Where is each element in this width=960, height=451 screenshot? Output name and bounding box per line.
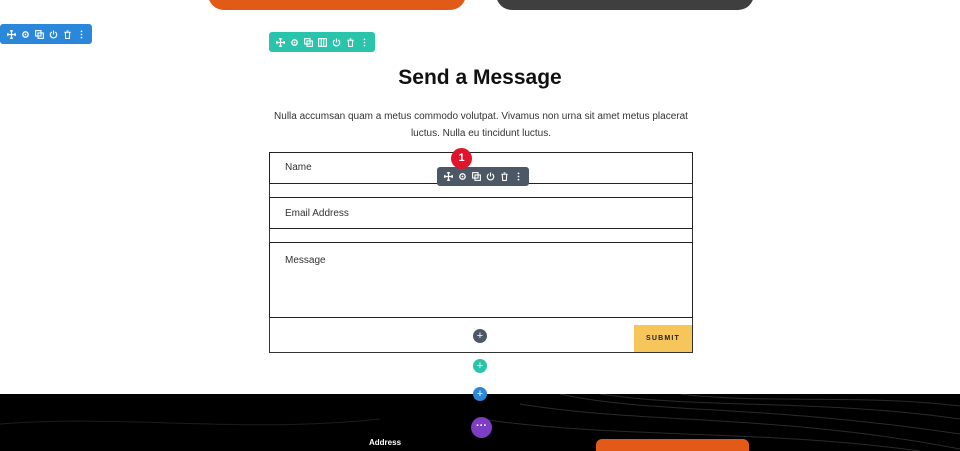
add-section-button[interactable]: + bbox=[473, 387, 487, 401]
module-toolbar bbox=[437, 167, 529, 186]
top-dark-button[interactable] bbox=[496, 0, 754, 10]
name-placeholder: Name bbox=[285, 162, 312, 173]
power-icon[interactable] bbox=[483, 168, 497, 186]
trash-icon[interactable] bbox=[343, 33, 357, 51]
message-field[interactable]: Message bbox=[269, 242, 693, 318]
move-icon[interactable] bbox=[441, 168, 455, 186]
gear-icon[interactable] bbox=[455, 168, 469, 186]
gear-icon[interactable] bbox=[18, 25, 32, 43]
plus-icon: + bbox=[476, 388, 484, 400]
intro-text: Nulla accumsan quam a metus commodo volu… bbox=[270, 108, 692, 142]
move-icon[interactable] bbox=[4, 25, 18, 43]
more-vertical-icon[interactable] bbox=[511, 168, 525, 186]
footer-orange-button[interactable] bbox=[596, 439, 749, 451]
more-options-button[interactable]: ··· bbox=[471, 417, 492, 438]
add-row-button[interactable]: + bbox=[473, 359, 487, 373]
page-title: Send a Message bbox=[398, 66, 562, 89]
more-vertical-icon[interactable] bbox=[74, 25, 88, 43]
move-icon[interactable] bbox=[273, 33, 287, 51]
duplicate-icon[interactable] bbox=[469, 168, 483, 186]
gear-icon[interactable] bbox=[287, 33, 301, 51]
power-icon[interactable] bbox=[329, 33, 343, 51]
email-field[interactable]: Email Address bbox=[269, 197, 693, 229]
email-placeholder: Email Address bbox=[285, 208, 349, 219]
intro-text-line-1: Nulla accumsan quam a metus commodo volu… bbox=[274, 111, 688, 122]
trash-icon[interactable] bbox=[60, 25, 74, 43]
columns-icon[interactable] bbox=[315, 33, 329, 51]
more-vertical-icon[interactable] bbox=[357, 33, 371, 51]
intro-text-line-2: luctus. Nulla eu tincidunt luctus. bbox=[410, 128, 552, 139]
plus-icon: + bbox=[476, 330, 484, 342]
add-module-button[interactable]: + bbox=[473, 329, 487, 343]
plus-icon: + bbox=[476, 360, 484, 372]
duplicate-icon[interactable] bbox=[301, 33, 315, 51]
message-placeholder: Message bbox=[285, 255, 326, 266]
row-toolbar bbox=[269, 32, 375, 52]
footer-address-label: Address bbox=[369, 438, 402, 447]
duplicate-icon[interactable] bbox=[32, 25, 46, 43]
power-icon[interactable] bbox=[46, 25, 60, 43]
more-horizontal-icon: ··· bbox=[476, 420, 487, 432]
step-badge: 1 bbox=[451, 148, 472, 169]
section-toolbar bbox=[0, 24, 92, 44]
submit-button[interactable]: SUBMIT bbox=[634, 325, 692, 352]
trash-icon[interactable] bbox=[497, 168, 511, 186]
top-orange-button[interactable] bbox=[208, 0, 466, 10]
